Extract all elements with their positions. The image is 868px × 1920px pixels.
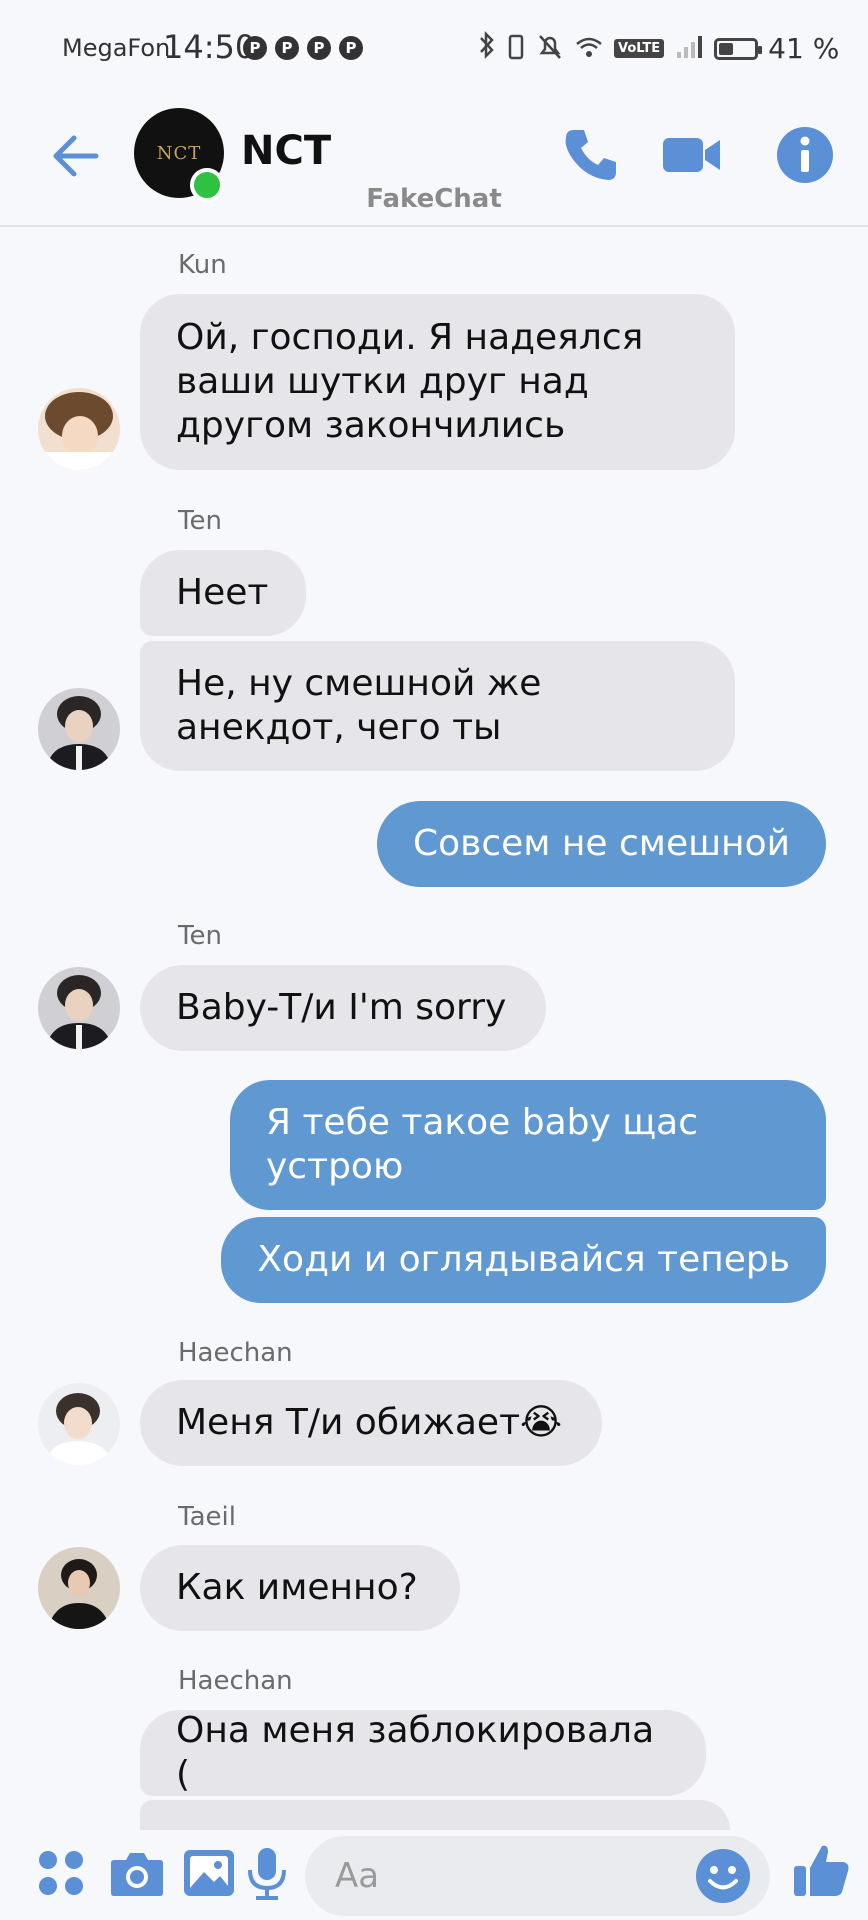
wifi-icon bbox=[574, 32, 604, 66]
pinterest-icon: P bbox=[307, 36, 331, 60]
notification-icons: P P P P bbox=[243, 36, 363, 60]
message-bubble-incoming[interactable]: Меня Т/и обижает😭 bbox=[140, 1380, 602, 1466]
message-bubble-outgoing[interactable]: Я тебе такое baby щас устрою bbox=[230, 1080, 826, 1210]
message-bubble-incoming[interactable]: Не, ну смешной же анекдот, чего ты bbox=[140, 641, 735, 771]
camera-icon[interactable] bbox=[108, 1844, 166, 1902]
avatar-ten[interactable] bbox=[38, 967, 120, 1049]
message-bubble-incoming[interactable]: Ой, господи. Я надеялся ваши шутки друг … bbox=[140, 294, 735, 470]
back-arrow-icon[interactable] bbox=[48, 128, 104, 184]
carrier-name: MegaFon bbox=[62, 34, 171, 62]
signal-icon bbox=[674, 32, 704, 66]
emoji-icon[interactable] bbox=[693, 1846, 753, 1906]
sender-name: Haechan bbox=[178, 1338, 293, 1368]
apps-icon[interactable] bbox=[32, 1844, 90, 1902]
message-bubble-incoming[interactable]: Она меня заблокировала ( bbox=[140, 1710, 706, 1796]
info-icon[interactable] bbox=[774, 124, 836, 186]
avatar-taeil[interactable] bbox=[38, 1547, 120, 1629]
bluetooth-icon bbox=[478, 30, 496, 67]
sender-name: Ten bbox=[178, 921, 222, 951]
system-indicators: VoLTE 41 % bbox=[478, 30, 839, 67]
chat-title[interactable]: NCT bbox=[241, 128, 331, 174]
sender-name: Ten bbox=[178, 506, 222, 536]
muted-bell-icon bbox=[536, 32, 564, 66]
battery-icon bbox=[714, 37, 763, 60]
message-bubble-outgoing[interactable]: Ходи и оглядывайся теперь bbox=[221, 1217, 826, 1303]
status-bar: MegaFon 14:50 P P P P VoLTE 41 % bbox=[0, 0, 868, 100]
sender-name: Taeil bbox=[178, 1502, 236, 1532]
chat-header: NCT NCT FakeChat bbox=[0, 100, 868, 227]
message-bubble-incoming[interactable]: Неет bbox=[140, 550, 306, 636]
avatar-ten[interactable] bbox=[38, 688, 120, 770]
thumbs-up-icon[interactable] bbox=[790, 1840, 852, 1902]
pinterest-icon: P bbox=[339, 36, 363, 60]
composer-bar: Aa bbox=[0, 1830, 868, 1920]
message-input[interactable]: Aa bbox=[305, 1836, 770, 1916]
sender-name: Haechan bbox=[178, 1666, 293, 1696]
volte-badge: VoLTE bbox=[614, 39, 665, 58]
pinterest-icon: P bbox=[275, 36, 299, 60]
video-camera-icon[interactable] bbox=[660, 124, 722, 186]
phone-icon[interactable] bbox=[560, 124, 622, 186]
clock: 14:50 bbox=[163, 28, 256, 66]
pinterest-icon: P bbox=[243, 36, 267, 60]
avatar-kun[interactable] bbox=[38, 388, 120, 470]
microphone-icon[interactable] bbox=[238, 1844, 296, 1902]
fakechat-watermark: FakeChat bbox=[366, 184, 502, 214]
battery-percent: 41 % bbox=[768, 32, 840, 65]
vibrate-icon bbox=[506, 32, 526, 66]
message-bubble-incoming[interactable]: Baby-Т/и I'm sorry bbox=[140, 965, 546, 1051]
message-bubble-outgoing[interactable]: Совсем не смешной bbox=[376, 801, 826, 887]
image-icon[interactable] bbox=[180, 1844, 238, 1902]
message-bubble-incoming[interactable]: Как именно? bbox=[140, 1545, 460, 1631]
avatar-haechan[interactable] bbox=[38, 1383, 120, 1465]
message-input-placeholder: Aa bbox=[335, 1856, 380, 1896]
sender-name: Kun bbox=[178, 250, 227, 280]
